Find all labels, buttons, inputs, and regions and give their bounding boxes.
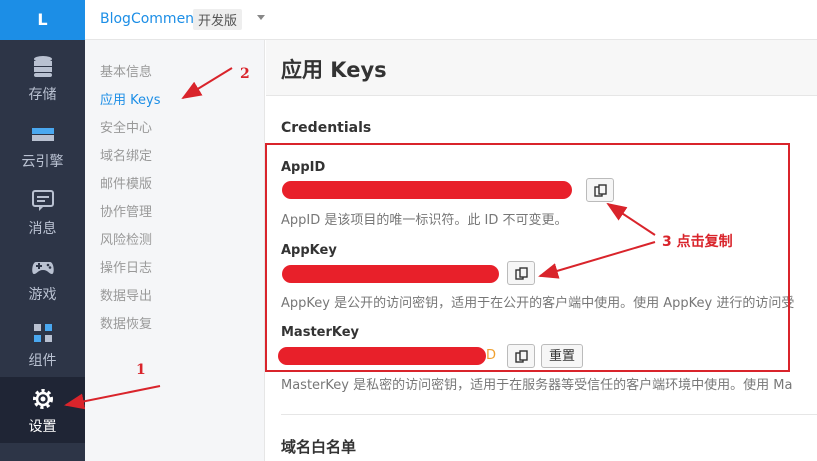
rail-label: 设置 [28,419,57,435]
submenu-item-app-keys[interactable]: 应用 Keys [100,89,160,108]
section-title-credentials: Credentials [281,120,372,136]
database-icon [30,54,56,80]
submenu-item-operation-log[interactable]: 操作日志 [100,257,152,276]
message-icon [30,188,56,214]
rail-label: 存储 [28,87,57,103]
rail-item-game[interactable]: 游戏 [0,245,85,311]
app-logo[interactable]: L [0,0,85,40]
rail-item-message[interactable]: 消息 [0,179,85,245]
top-bar: BlogComment 开发版 [85,0,817,40]
app-selector[interactable]: BlogComment [100,11,200,27]
master-key-help: MasterKey 是私密的访问密钥，适用于在服务器等受信任的客户端环境中使用。… [281,378,793,393]
rail-label: 消息 [28,221,57,237]
rail-item-components[interactable]: 组件 [0,311,85,377]
submenu-item-data-export[interactable]: 数据导出 [100,285,152,304]
gamepad-icon [30,254,56,280]
annotation-copy-hint: 3 点击复制 [662,234,733,250]
env-badge: 开发版 [193,9,243,30]
submenu-item-basic-info[interactable]: 基本信息 [100,61,152,80]
rail-item-cloud-engine[interactable]: 云引擎 [0,112,85,178]
cloud-engine-icon [30,121,56,147]
page-title: 应用 Keys [281,58,387,82]
annotation-number-2: 2 [240,66,250,82]
submenu-item-risk-detection[interactable]: 风险检测 [100,229,152,248]
submenu-item-email-templates[interactable]: 邮件模版 [100,173,152,192]
rail-label: 云引擎 [21,154,64,170]
annotation-credentials-frame [265,143,790,372]
rail-label: 组件 [28,353,57,369]
components-icon [30,320,56,346]
settings-submenu: 基本信息 应用 Keys 安全中心 域名绑定 邮件模版 协作管理 风险检测 操作… [85,40,265,461]
submenu-item-security[interactable]: 安全中心 [100,117,152,136]
left-rail: L 存储 云引擎 消息 游戏 组件 设置 [0,0,85,461]
rail-item-settings[interactable]: 设置 [0,377,85,443]
gear-icon [30,386,56,412]
submenu-item-collaboration[interactable]: 协作管理 [100,201,152,220]
section-divider [281,414,817,415]
chevron-down-icon[interactable] [257,15,265,20]
rail-label: 游戏 [28,287,57,303]
annotation-number-1: 1 [136,362,146,378]
submenu-item-domain-binding[interactable]: 域名绑定 [100,145,152,164]
section-title-domain-whitelist: 域名白名单 [281,438,357,456]
submenu-item-data-restore[interactable]: 数据恢复 [100,313,152,332]
page-header: 应用 Keys [266,40,817,96]
rail-item-storage[interactable]: 存储 [0,45,85,111]
